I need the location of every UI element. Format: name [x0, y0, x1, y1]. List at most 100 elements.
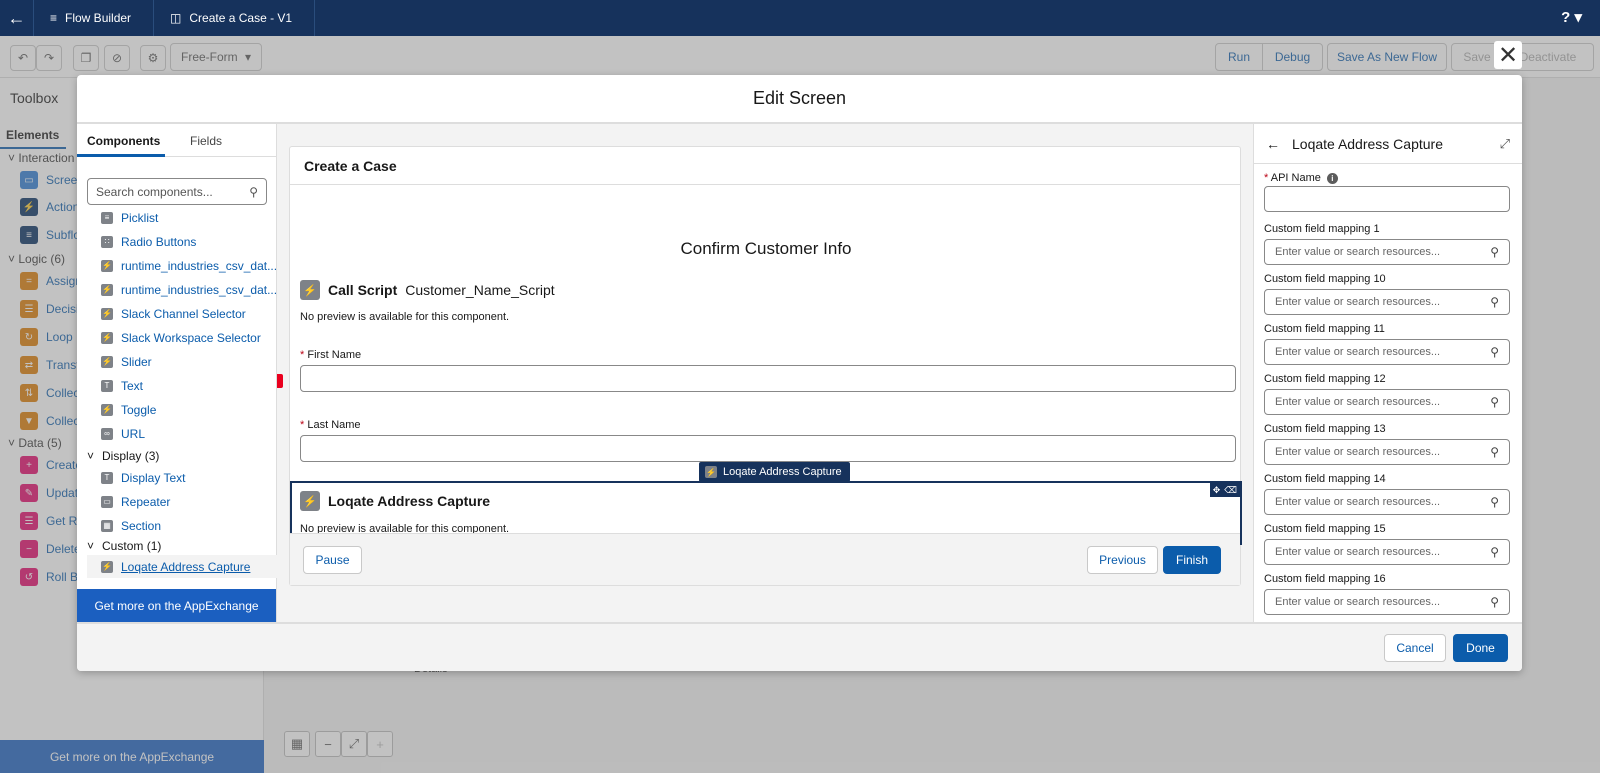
mapping-11-label: Custom field mapping 11	[1264, 323, 1385, 335]
input-placeholder: Enter value or search resources...	[1275, 446, 1441, 458]
properties-panel: ← Loqate Address Capture ⤢ * API Name i C…	[1253, 124, 1522, 622]
mapping-15-input[interactable]: Enter value or search resources... ⚲	[1264, 539, 1510, 565]
item-label: Toggle	[121, 402, 157, 417]
last-name-label: * Last Name	[300, 419, 361, 431]
input-placeholder: Enter value or search resources...	[1275, 396, 1441, 408]
close-icon[interactable]: ✕	[1494, 41, 1522, 69]
help-icon: ?	[1561, 9, 1571, 26]
modal-footer: Cancel Done	[77, 622, 1522, 671]
mapping-14-input[interactable]: Enter value or search resources... ⚲	[1264, 489, 1510, 515]
palette-item-toggle[interactable]: ⚡ Toggle	[87, 398, 277, 421]
palette-item-radio-buttons[interactable]: ∷ Radio Buttons	[87, 230, 277, 253]
item-label: Text	[121, 378, 144, 393]
input-placeholder: Enter value or search resources...	[1275, 296, 1441, 308]
bolt-icon: ⚡	[101, 307, 113, 320]
input-placeholder: Enter value or search resources...	[1275, 496, 1441, 508]
search-icon: ⚲	[1490, 545, 1499, 559]
api-name-input[interactable]	[1264, 186, 1510, 212]
palette-item-runtime-industries-1[interactable]: ⚡ runtime_industries_csv_dat...	[87, 254, 277, 277]
palette-item-loqate-address-capture[interactable]: ⚡ Loqate Address Capture	[87, 555, 277, 578]
mapping-10-input[interactable]: Enter value or search resources... ⚲	[1264, 289, 1510, 315]
back-arrow-icon[interactable]: ←	[1266, 136, 1280, 152]
mapping-1-input[interactable]: Enter value or search resources... ⚲	[1264, 239, 1510, 265]
palette-item-section[interactable]: ▦ Section	[87, 514, 277, 537]
palette-item-slack-workspace-selector[interactable]: ⚡ Slack Workspace Selector	[87, 326, 277, 349]
screen-footer: Pause Previous Finish	[290, 533, 1240, 585]
global-header: ← ≡ Flow Builder ◫ Create a Case - V1 ? …	[0, 0, 1600, 36]
expand-icon[interactable]: ⤢	[1500, 136, 1510, 152]
mapping-16-label: Custom field mapping 16	[1264, 573, 1386, 585]
delete-icon[interactable]: ⌫	[1224, 485, 1237, 496]
component-label: Loqate Address Capture	[328, 493, 491, 509]
last-name-input[interactable]	[300, 435, 1236, 462]
bolt-icon: ⚡	[101, 560, 113, 573]
label-text: API Name	[1270, 172, 1321, 184]
call-script-component[interactable]: ⚡ Call Script Customer_Name_Script	[300, 280, 555, 300]
palette-group-custom[interactable]: ˅ Custom (1)	[87, 536, 161, 556]
modal-header: Edit Screen	[77, 75, 1522, 124]
bolt-icon: ⚡	[300, 280, 320, 300]
help-menu[interactable]: ? ▾	[1561, 8, 1582, 26]
required-asterisk: *	[1264, 172, 1269, 184]
mapping-12-input[interactable]: Enter value or search resources... ⚲	[1264, 389, 1510, 415]
item-label: URL	[121, 426, 146, 441]
mapping-15-label: Custom field mapping 15	[1264, 523, 1386, 535]
palette-appexchange-link[interactable]: Get more on the AppExchange	[77, 589, 276, 622]
screen-card: Create a Case Confirm Customer Info ⚡ Ca…	[289, 146, 1242, 586]
mapping-14-label: Custom field mapping 14	[1264, 473, 1386, 485]
item-label: Slider	[121, 354, 152, 369]
mapping-13-label: Custom field mapping 13	[1264, 423, 1386, 435]
text-icon: T	[101, 379, 113, 392]
tab-components[interactable]: Components	[87, 134, 160, 148]
bolt-icon: ⚡	[101, 283, 113, 296]
component-actions: ✥ ⌫	[1209, 483, 1240, 497]
app-tab[interactable]: ≡ Flow Builder	[34, 0, 155, 36]
chevron-down-icon: ˅	[87, 449, 95, 463]
item-label: Picklist	[121, 210, 159, 225]
search-icon: ⚲	[1490, 445, 1499, 459]
item-label: Slack Channel Selector	[121, 306, 246, 321]
finish-button[interactable]: Finish	[1163, 546, 1221, 574]
done-button[interactable]: Done	[1453, 634, 1508, 662]
move-icon[interactable]: ✥	[1213, 485, 1221, 496]
display-text-heading[interactable]: Confirm Customer Info	[290, 239, 1242, 259]
palette-item-slack-channel-selector[interactable]: ⚡ Slack Channel Selector	[87, 302, 277, 325]
file-tab[interactable]: ◫ Create a Case - V1	[154, 0, 316, 36]
mapping-16-input[interactable]: Enter value or search resources... ⚲	[1264, 589, 1510, 615]
search-icon: ⚲	[1490, 495, 1499, 509]
bolt-icon: ⚡	[101, 403, 113, 416]
flow-builder-icon: ≡	[50, 11, 58, 25]
back-arrow-icon[interactable]: ←	[0, 0, 34, 36]
properties-title: Loqate Address Capture	[1292, 135, 1443, 152]
palette-item-slider[interactable]: ⚡ Slider	[87, 350, 277, 373]
drag-tag-label: Loqate Address Capture	[723, 466, 842, 478]
first-name-input[interactable]	[300, 365, 1236, 392]
api-name-label: * API Name i	[1264, 172, 1338, 184]
edit-screen-modal: Edit Screen Components Fields Search com…	[77, 75, 1522, 671]
previous-button[interactable]: Previous	[1087, 546, 1158, 574]
mapping-13-input[interactable]: Enter value or search resources... ⚲	[1264, 439, 1510, 465]
mapping-10-label: Custom field mapping 10	[1264, 273, 1386, 285]
palette-item-repeater[interactable]: ▭ Repeater	[87, 490, 277, 513]
cancel-button[interactable]: Cancel	[1384, 634, 1446, 662]
palette-item-runtime-industries-2[interactable]: ⚡ runtime_industries_csv_dat...	[87, 278, 277, 301]
tab-fields[interactable]: Fields	[190, 134, 222, 148]
first-name-label: * First Name	[300, 349, 361, 361]
palette-item-url[interactable]: ∞ URL	[87, 422, 277, 445]
palette-item-text[interactable]: T Text	[87, 374, 277, 397]
search-icon: ⚲	[1490, 345, 1499, 359]
item-label: Loqate Address Capture	[121, 559, 251, 574]
pause-button[interactable]: Pause	[303, 546, 362, 574]
palette-group-display[interactable]: ˅ Display (3)	[87, 446, 159, 466]
label-text: First Name	[307, 349, 362, 361]
search-placeholder: Search components...	[96, 184, 213, 199]
info-icon[interactable]: i	[1326, 173, 1338, 184]
search-icon: ⚲	[249, 184, 258, 199]
mapping-11-input[interactable]: Enter value or search resources... ⚲	[1264, 339, 1510, 365]
palette-item-display-text[interactable]: T Display Text	[87, 466, 277, 489]
section-icon: ▦	[101, 519, 113, 532]
bolt-icon: ⚡	[101, 331, 113, 344]
palette-item-picklist[interactable]: ≡ Picklist	[87, 206, 277, 229]
properties-header: ← Loqate Address Capture ⤢	[1254, 124, 1522, 164]
component-search-input[interactable]: Search components... ⚲	[87, 178, 267, 205]
